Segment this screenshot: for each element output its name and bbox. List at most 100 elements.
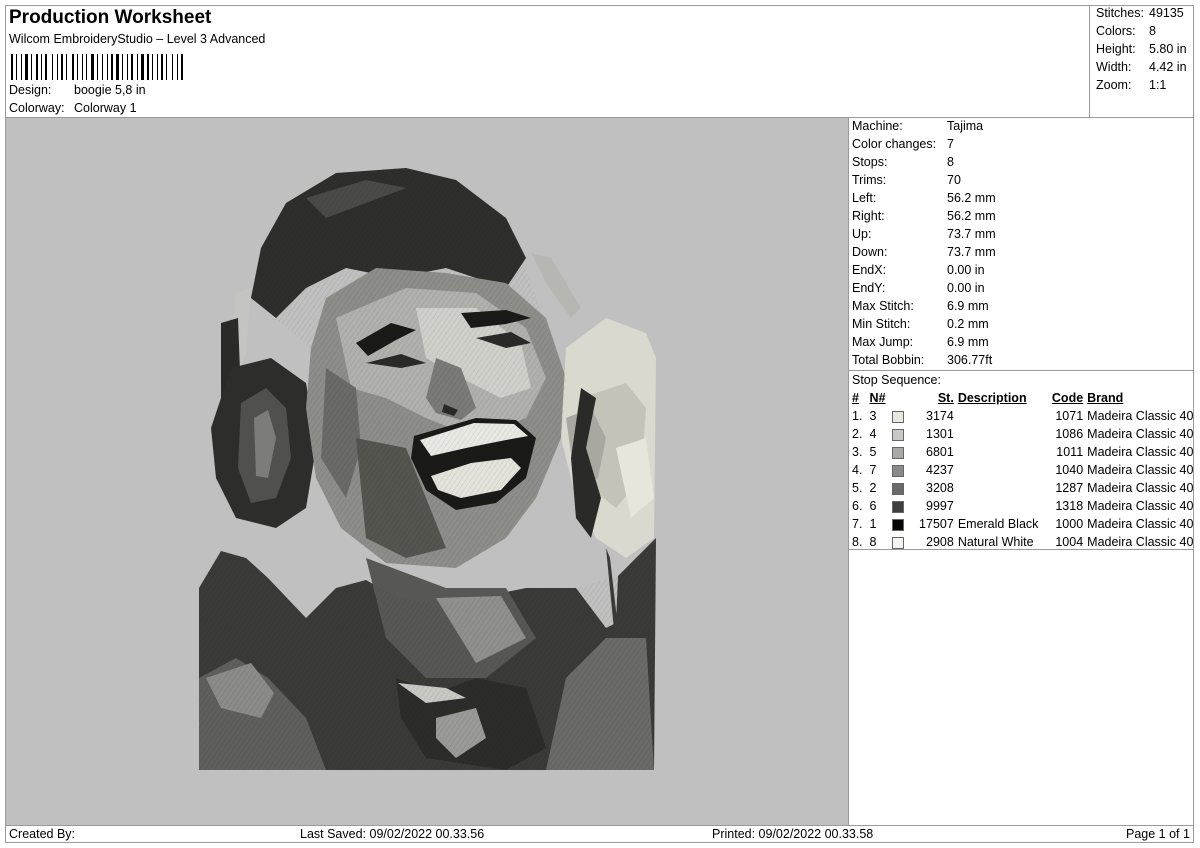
- info-value: 70: [947, 173, 961, 187]
- row-index: 4.: [852, 463, 863, 477]
- row-stitches: 17507: [919, 517, 954, 531]
- color-swatch: [892, 536, 904, 549]
- info-value: 0.00 in: [947, 281, 985, 295]
- header: Production Worksheet Wilcom EmbroiderySt…: [5, 5, 1089, 117]
- col-description: Description: [957, 391, 1027, 405]
- color-swatch: [892, 410, 904, 423]
- col-code: Code: [1051, 391, 1084, 405]
- row-index: 6.: [852, 499, 863, 513]
- color-swatch: [892, 482, 904, 495]
- info-label: Max Stitch:: [852, 299, 914, 313]
- info-label: Right:: [852, 209, 885, 223]
- table-row: 6. 6 9997 1318 Madeira Classic 40: [849, 497, 1200, 515]
- info-label: Machine:: [852, 119, 903, 133]
- row-code: 1040: [1055, 463, 1084, 477]
- info-value: 306.77ft: [947, 353, 993, 367]
- row-code: 1011: [1056, 445, 1084, 459]
- col-needle: N#: [869, 391, 886, 405]
- barcode-bar: [77, 54, 78, 80]
- info-label: Total Bobbin:: [852, 353, 925, 367]
- barcode: [11, 54, 183, 80]
- table-row: 2. 4 1301 1086 Madeira Classic 40: [849, 425, 1200, 443]
- stop-sequence-title: Stop Sequence:: [852, 373, 941, 387]
- info-label: Trims:: [852, 173, 887, 187]
- col-stitches: St.: [937, 391, 954, 405]
- barcode-bar: [97, 54, 98, 80]
- row-index: 7.: [852, 517, 863, 531]
- row-description: [958, 497, 1047, 515]
- row-brand: Madeira Classic 40: [1087, 499, 1194, 513]
- barcode-bar: [72, 54, 74, 80]
- color-swatch: [892, 500, 904, 513]
- row-stitches: 4237: [926, 463, 954, 477]
- height-value: 5.80 in: [1149, 42, 1187, 56]
- table-row: 1. 3 3174 1071 Madeira Classic 40: [849, 407, 1200, 425]
- row-description: Emerald Black: [957, 517, 1039, 531]
- color-swatch: [892, 428, 904, 441]
- info-value: 56.2 mm: [947, 191, 996, 205]
- stitches-label: Stitches:: [1096, 6, 1144, 20]
- page-number: Page 1 of 1: [1126, 827, 1190, 841]
- page-title: Production Worksheet: [9, 7, 212, 28]
- info-label: Max Jump:: [852, 335, 914, 349]
- row-needle: 5: [869, 445, 877, 459]
- height-label: Height:: [1096, 42, 1136, 56]
- embroidery-portrait: [199, 168, 656, 770]
- barcode-bar: [57, 54, 58, 80]
- table-row: 3. 5 6801 1011 Madeira Classic 40: [849, 443, 1200, 461]
- barcode-bar: [41, 54, 42, 80]
- info-label: Color changes:: [852, 137, 937, 151]
- barcode-bar: [107, 54, 108, 80]
- table-header: # N# St. Description Code Brand: [849, 389, 1200, 407]
- info-label: EndY:: [852, 281, 886, 295]
- barcode-bar: [116, 54, 119, 80]
- row-code: 1086: [1055, 427, 1084, 441]
- row-brand: Madeira Classic 40: [1087, 481, 1194, 495]
- row-brand: Madeira Classic 40: [1087, 427, 1194, 441]
- barcode-bar: [86, 54, 87, 80]
- col-brand: Brand: [1087, 391, 1124, 405]
- width-label: Width:: [1096, 60, 1132, 74]
- barcode-bar: [16, 54, 17, 80]
- barcode-bar: [181, 54, 183, 80]
- row-brand: Madeira Classic 40: [1087, 517, 1194, 531]
- row-stitches: 1301: [926, 427, 954, 441]
- colorway-value: Colorway 1: [74, 101, 137, 115]
- row-brand: Madeira Classic 40: [1087, 409, 1194, 423]
- barcode-bar: [11, 54, 13, 80]
- table-row: 4. 7 4237 1040 Madeira Classic 40: [849, 461, 1200, 479]
- row-brand: Madeira Classic 40: [1087, 445, 1194, 459]
- color-swatch: [892, 464, 904, 477]
- row-description: [958, 425, 1047, 443]
- barcode-bar: [157, 54, 158, 80]
- barcode-bar: [52, 54, 53, 80]
- info-label: Min Stitch:: [852, 317, 911, 331]
- row-needle: 3: [869, 409, 877, 423]
- info-label: EndX:: [852, 263, 887, 277]
- barcode-bar: [21, 54, 22, 80]
- info-value: Tajima: [947, 119, 984, 133]
- colors-value: 8: [1149, 24, 1156, 38]
- design-preview: [6, 118, 848, 825]
- printed-date: Printed: 09/02/2022 00.33.58: [712, 827, 874, 841]
- color-swatch: [892, 518, 904, 531]
- barcode-bar: [82, 54, 83, 80]
- info-value: 6.9 mm: [947, 335, 989, 349]
- row-code: 1287: [1055, 481, 1084, 495]
- barcode-bar: [111, 54, 113, 80]
- info-label: Up:: [852, 227, 872, 241]
- zoom-value: 1:1: [1149, 78, 1167, 92]
- info-value: 73.7 mm: [947, 227, 996, 241]
- barcode-bar: [31, 54, 32, 80]
- info-separator: [849, 370, 1194, 371]
- info-label: Down:: [852, 245, 888, 259]
- barcode-bar: [166, 54, 167, 80]
- barcode-bar: [177, 54, 178, 80]
- row-stitches: 3208: [926, 481, 954, 495]
- info-value: 8: [947, 155, 954, 169]
- software-subtitle: Wilcom EmbroideryStudio – Level 3 Advanc…: [9, 32, 266, 46]
- barcode-bar: [131, 54, 133, 80]
- barcode-bar: [141, 54, 144, 80]
- barcode-bar: [122, 54, 123, 80]
- barcode-bar: [127, 54, 128, 80]
